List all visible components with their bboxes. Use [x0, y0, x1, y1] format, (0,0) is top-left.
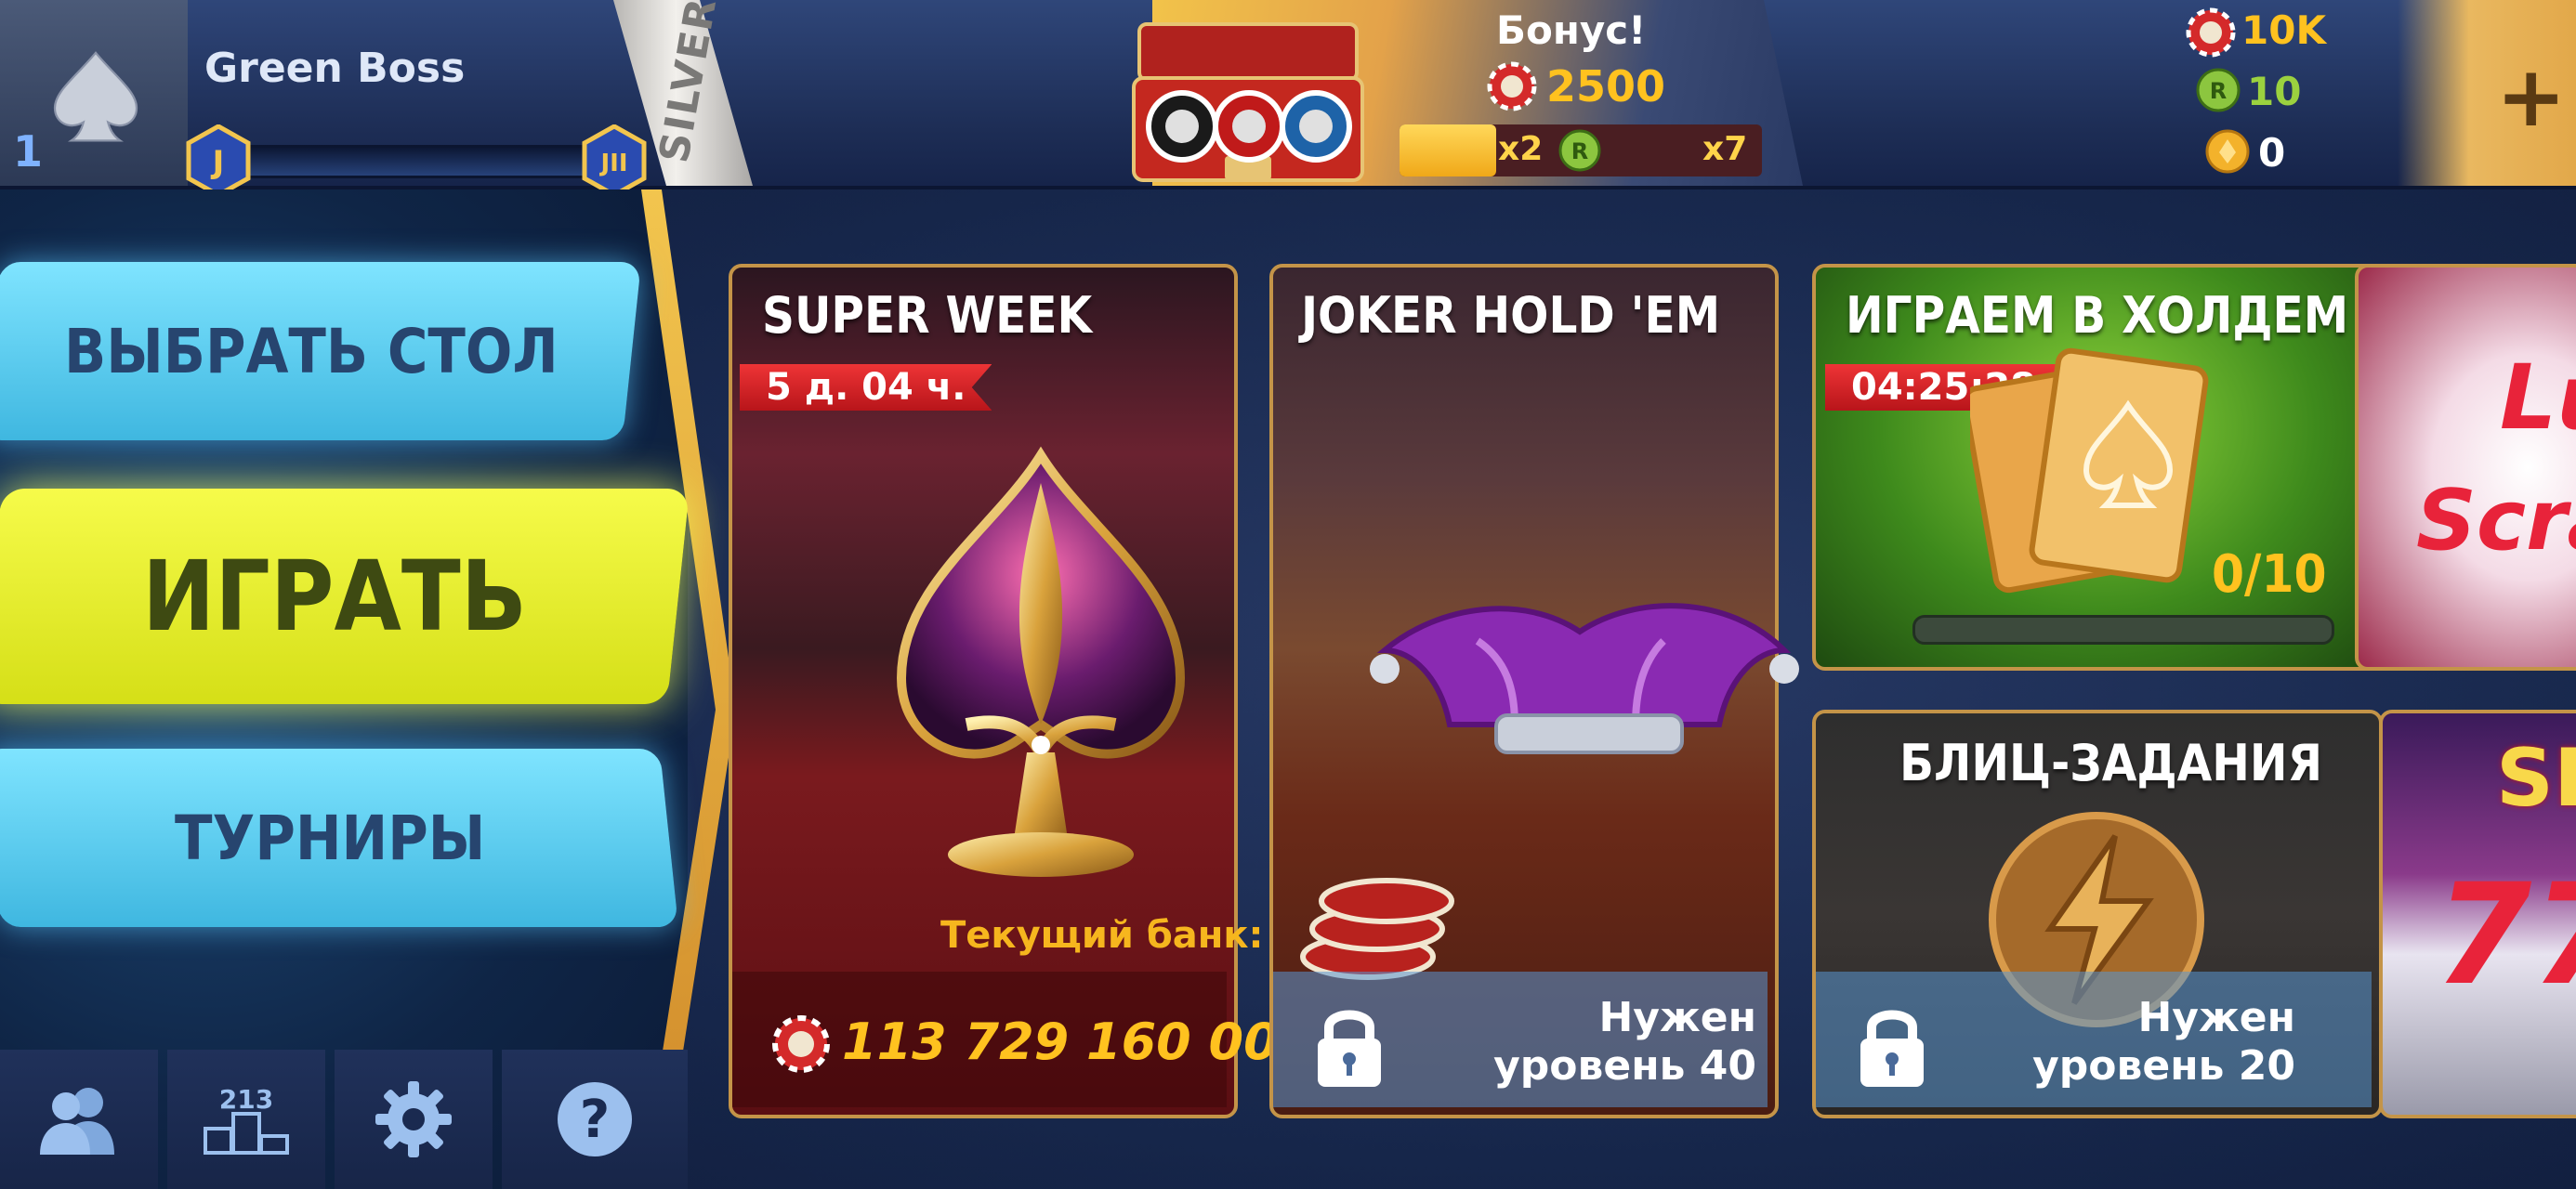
chips-balance: 10K — [2241, 7, 2326, 53]
tournaments-button[interactable]: ТУРНИРЫ — [0, 749, 679, 927]
joker-lock-line1: Нужен — [1598, 994, 1756, 1041]
super-week-timer: 5 д. 04 ч. — [740, 364, 992, 411]
blitz-tasks-title: БЛИЦ-ЗАДАНИЯ — [1899, 734, 2322, 792]
gold-icon — [2205, 129, 2250, 174]
holdem-quest-progress-bar — [1912, 615, 2334, 645]
leaderboard-digits: 213 — [219, 1084, 273, 1115]
friends-icon — [40, 1088, 114, 1155]
spade-icon — [53, 51, 138, 142]
add-currency-button[interactable]: + — [2496, 56, 2566, 139]
help-icon: ? — [558, 1082, 632, 1156]
rank-start-label: J — [211, 144, 225, 181]
slots-reel: 77 — [2435, 855, 2576, 1016]
chip-stack-icon — [1300, 878, 1454, 980]
rank-start-badge: J — [186, 124, 251, 197]
bank-label: Текущий банк: — [940, 914, 1264, 957]
bottom-nav: 213 ? — [0, 1050, 688, 1189]
super-week-title: SUPER WEEK — [762, 286, 1093, 345]
help-glyph: ? — [580, 1090, 610, 1150]
gold-balance: 0 — [2258, 130, 2286, 176]
ruby-badge-icon: R — [1558, 129, 1601, 172]
chip-icon — [772, 1015, 830, 1073]
golden-spade-trophy-icon — [896, 446, 1186, 877]
leaderboard-icon: 213 — [204, 1084, 289, 1155]
jester-hat-icon — [1370, 603, 1799, 754]
bank-value: 113 729 160 000 — [842, 1013, 1314, 1071]
lucky-scratch-title-2: Scra — [2416, 472, 2576, 569]
xp-progress-bar — [216, 145, 611, 178]
lucky-scratch-title-1: Lu — [2500, 346, 2576, 450]
rank-end-label: JII — [598, 150, 627, 177]
holdem-quest-progress-text: 0/10 — [2212, 544, 2327, 605]
leaderboard-button[interactable]: 213 — [167, 1050, 325, 1189]
bonus-title: Бонус! — [1496, 7, 1647, 53]
rubies-balance: 10 — [2247, 69, 2302, 114]
lock-icon — [1860, 1010, 1924, 1087]
slots-title: SL — [2496, 732, 2576, 825]
ruby-badge-label: R — [1571, 138, 1588, 164]
bonus-chest-icon[interactable] — [1126, 17, 1370, 193]
choose-table-label: ВЫБРАТЬ СТОЛ — [64, 315, 559, 387]
friends-button[interactable] — [0, 1050, 158, 1189]
blitz-lock-text: Нужен уровень 20 — [1961, 994, 2295, 1091]
play-button[interactable]: ИГРАТЬ — [0, 489, 690, 704]
blitz-lock-line1: Нужен — [2137, 994, 2295, 1041]
rubies-icon: R — [2196, 68, 2241, 112]
chips-icon — [2186, 7, 2236, 58]
play-label: ИГРАТЬ — [141, 540, 528, 653]
holdem-quest-title: ИГРАЕМ В ХОЛДЕМ — [1846, 286, 2349, 345]
settings-button[interactable] — [335, 1050, 493, 1189]
player-level: 1 — [13, 126, 44, 176]
tournaments-label: ТУРНИРЫ — [174, 802, 486, 874]
chip-icon — [1487, 61, 1537, 111]
joker-lock-line2: уровень 40 — [1493, 1042, 1756, 1090]
bonus-multiplier-x7: x7 — [1702, 130, 1748, 168]
blitz-lock-line2: уровень 20 — [2032, 1042, 2295, 1090]
choose-table-button[interactable]: ВЫБРАТЬ СТОЛ — [0, 262, 642, 440]
joker-lock-text: Нужен уровень 40 — [1413, 994, 1756, 1091]
settings-icon — [375, 1081, 452, 1157]
rubies-badge-label: R — [2210, 78, 2227, 104]
bonus-multiplier-x2: x2 — [1498, 130, 1544, 168]
player-name: Green Boss — [204, 45, 466, 92]
cards-spade-icon — [1970, 347, 2209, 594]
joker-holdem-title: JOKER HOLD 'EM — [1301, 286, 1721, 345]
help-button[interactable]: ? — [502, 1050, 688, 1189]
bonus-amount: 2500 — [1546, 61, 1666, 111]
lucky-scratch-card[interactable] — [2355, 264, 2576, 671]
bonus-progress-fill — [1400, 124, 1496, 176]
lock-icon — [1318, 1010, 1381, 1087]
rank-end-badge: JII — [582, 124, 647, 197]
